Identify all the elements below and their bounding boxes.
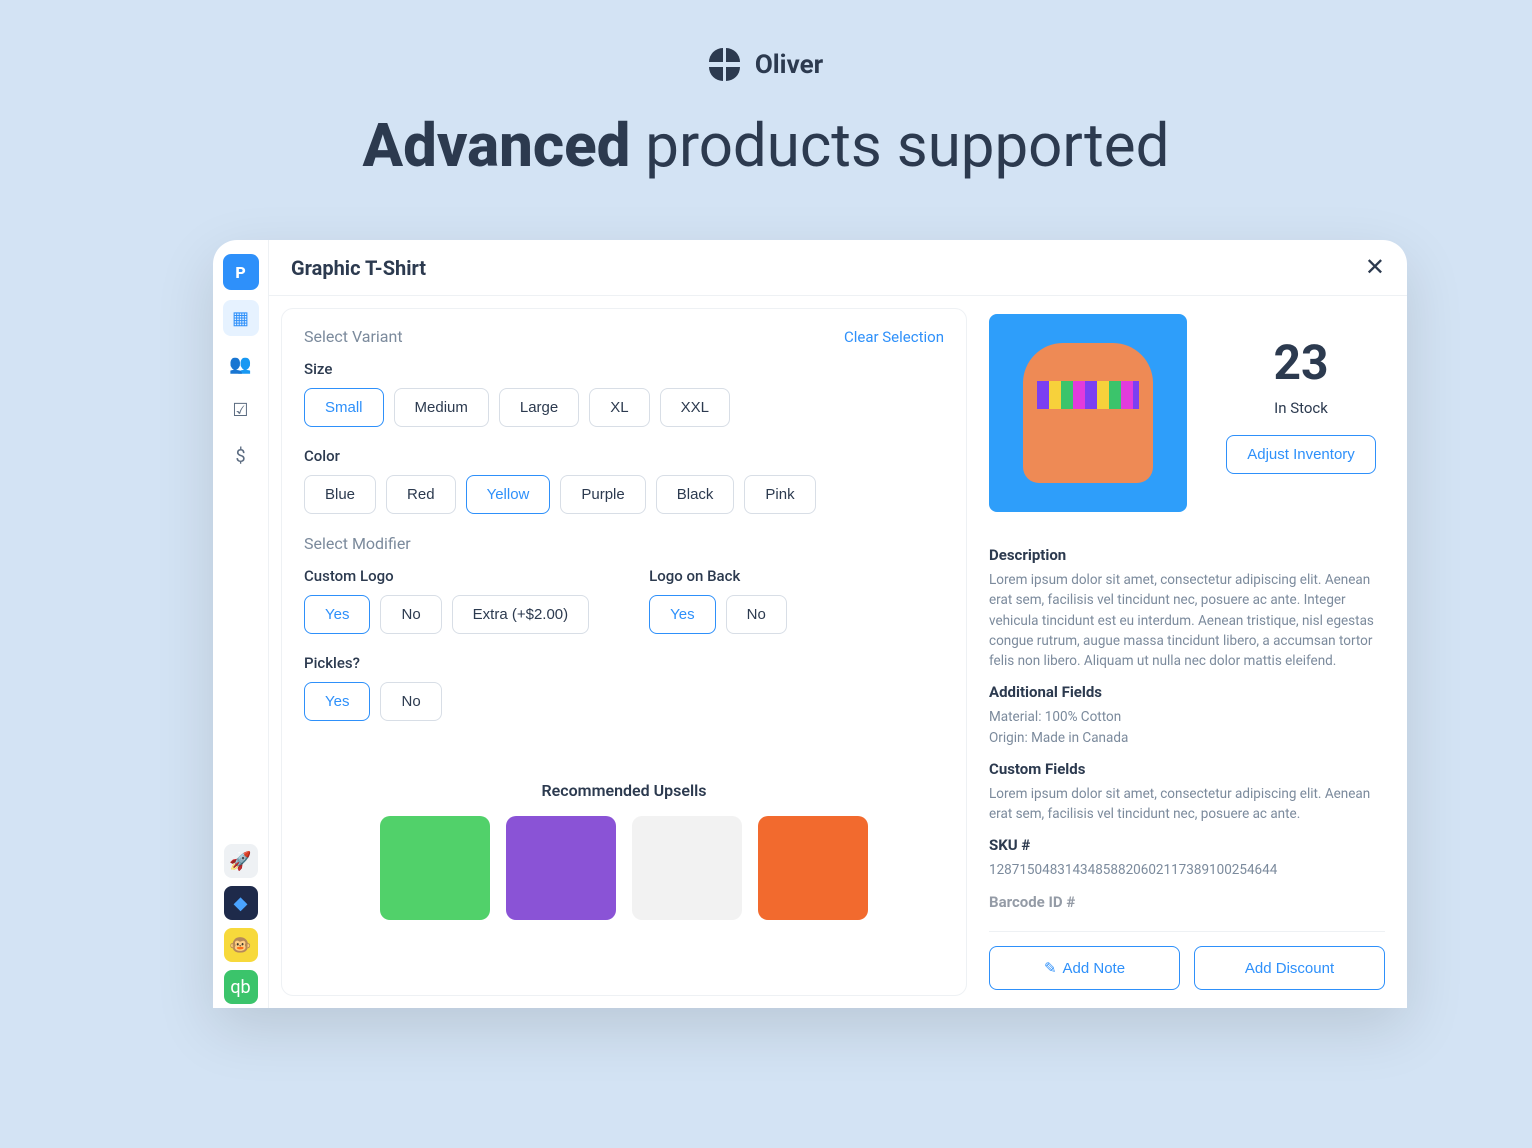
sidebar-app-icon[interactable]: 🚀 [224, 844, 258, 878]
headline: Advanced products supported [131, 110, 1401, 181]
barcode-heading: Barcode ID # [989, 893, 1385, 911]
add-note-label: Add Note [1063, 960, 1126, 977]
color-option[interactable]: Yellow [466, 475, 551, 514]
variant-panel: Select Variant Clear Selection Size Smal… [281, 308, 967, 996]
upsell-card[interactable] [632, 816, 742, 920]
custom-logo-label: Custom Logo [304, 567, 589, 585]
sku-heading: SKU # [989, 836, 1385, 854]
size-option[interactable]: XXL [660, 388, 730, 427]
app-window: P ▦ 👥 ☑ $ 🚀 ◆ 🐵 qb Graphic T-Shirt ✕ Select… [213, 240, 1407, 1008]
upsell-card[interactable] [506, 816, 616, 920]
description-body: Lorem ipsum dolor sit amet, consectetur … [989, 570, 1385, 671]
stock-label: In Stock [1274, 399, 1328, 417]
custom-body: Lorem ipsum dolor sit amet, consectetur … [989, 784, 1385, 825]
pickles-label: Pickles? [304, 654, 944, 672]
color-option[interactable]: Pink [744, 475, 815, 514]
additional-heading: Additional Fields [989, 683, 1385, 701]
clear-selection-button[interactable]: Clear Selection [844, 328, 944, 346]
add-discount-button[interactable]: Add Discount [1194, 946, 1385, 990]
pencil-icon: ✎ [1044, 959, 1057, 977]
upsell-card[interactable] [380, 816, 490, 920]
pickles-option[interactable]: No [380, 682, 441, 721]
custom-heading: Custom Fields [989, 760, 1385, 778]
topbar: Graphic T-Shirt ✕ [269, 240, 1407, 296]
brand-name: Oliver [755, 50, 823, 80]
additional-field-line: Material: 100% Cotton [989, 707, 1385, 727]
logo-back-label: Logo on Back [649, 567, 787, 585]
adjust-inventory-button[interactable]: Adjust Inventory [1226, 435, 1376, 474]
nav-customers-icon[interactable]: 👥 [223, 346, 259, 382]
size-label: Size [304, 360, 944, 378]
stock-count: 23 [1273, 334, 1328, 391]
sidebar-app-icon[interactable]: ◆ [224, 886, 258, 920]
color-label: Color [304, 447, 944, 465]
upsell-title: Recommended Upsells [304, 781, 944, 800]
color-option[interactable]: Purple [560, 475, 645, 514]
headline-bold: Advanced [363, 110, 631, 181]
add-discount-label: Add Discount [1245, 960, 1334, 977]
nav-receipts-icon[interactable]: ☑ [223, 392, 259, 428]
sidebar: P ▦ 👥 ☑ $ 🚀 ◆ 🐵 qb [213, 240, 269, 1008]
add-note-button[interactable]: ✎ Add Note [989, 946, 1180, 990]
brand: Oliver [131, 48, 1401, 82]
sidebar-app-icon[interactable]: 🐵 [224, 928, 258, 962]
main-panel: Graphic T-Shirt ✕ Select Variant Clear S… [269, 240, 1407, 1008]
color-option[interactable]: Blue [304, 475, 376, 514]
size-option[interactable]: Large [499, 388, 579, 427]
size-option[interactable]: XL [589, 388, 649, 427]
brand-logo-icon [709, 48, 743, 82]
additional-field-line: Origin: Made in Canada [989, 728, 1385, 748]
page-title: Graphic T-Shirt [291, 256, 426, 280]
detail-panel: 23 In Stock Adjust Inventory Description… [967, 296, 1407, 1008]
nav-payments-icon[interactable]: $ [223, 438, 259, 474]
color-option[interactable]: Black [656, 475, 735, 514]
select-variant-label: Select Variant [304, 327, 403, 346]
description-heading: Description [989, 546, 1385, 564]
nav-products-icon[interactable]: ▦ [223, 300, 259, 336]
upsell-card[interactable] [758, 816, 868, 920]
product-image [989, 314, 1187, 512]
close-button[interactable]: ✕ [1365, 253, 1385, 282]
app-logo-icon[interactable]: P [223, 254, 259, 290]
size-option[interactable]: Medium [394, 388, 489, 427]
color-option[interactable]: Red [386, 475, 456, 514]
select-modifier-label: Select Modifier [304, 534, 944, 553]
custom-logo-option[interactable]: Extra (+$2.00) [452, 595, 589, 634]
logo-back-option[interactable]: Yes [649, 595, 715, 634]
size-option[interactable]: Small [304, 388, 384, 427]
sku-value: 12871504831434858820602117389100254644 [989, 860, 1385, 880]
close-icon: ✕ [1365, 254, 1385, 281]
custom-logo-option[interactable]: No [380, 595, 441, 634]
custom-logo-option[interactable]: Yes [304, 595, 370, 634]
headline-rest: products supported [630, 110, 1169, 181]
sidebar-app-icon[interactable]: qb [224, 970, 258, 1004]
pickles-option[interactable]: Yes [304, 682, 370, 721]
logo-back-option[interactable]: No [726, 595, 787, 634]
